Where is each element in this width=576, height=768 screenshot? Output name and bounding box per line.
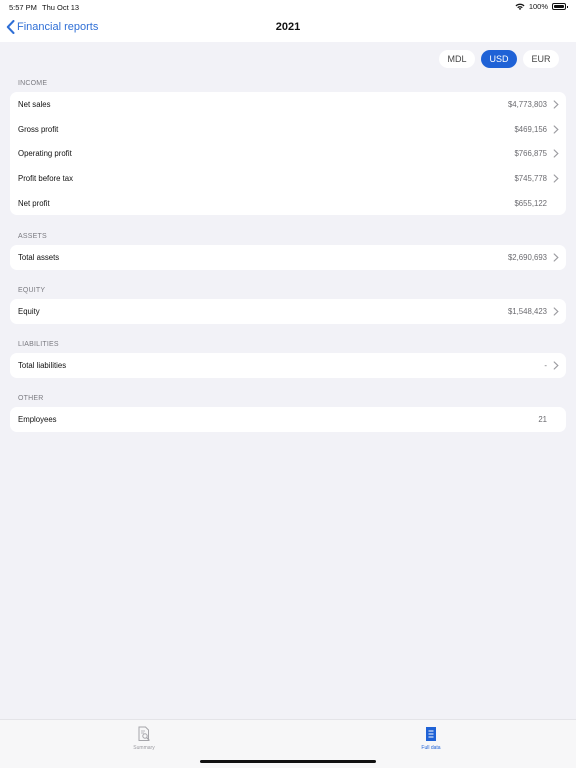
section-header-liabilities: LIABILITIES	[18, 341, 59, 348]
assets-card: Total assets $2,690,693	[10, 245, 566, 270]
currency-usd-button[interactable]: USD	[481, 50, 517, 68]
row-value: $745,778	[514, 173, 547, 183]
screen: 5:57 PM Thu Oct 13 100% Financial report…	[0, 0, 576, 768]
battery-percent: 100%	[528, 2, 548, 11]
chevron-right-icon	[553, 149, 559, 158]
row-label: Profit before tax	[18, 173, 74, 183]
section-header-income: INCOME	[18, 80, 48, 87]
wifi-icon	[515, 3, 525, 10]
row-value: $766,875	[514, 149, 547, 159]
row-profit-before-tax[interactable]: Profit before tax $745,778	[10, 166, 566, 191]
status-bar: 5:57 PM Thu Oct 13 100%	[0, 0, 576, 14]
tab-bar: Summary Full data	[0, 719, 576, 768]
currency-selector: MDL USD EUR	[439, 50, 559, 68]
currency-mdl-button[interactable]: MDL	[439, 50, 475, 68]
row-operating-profit[interactable]: Operating profit $766,875	[10, 141, 566, 166]
row-total-liabilities[interactable]: Total liabilities -	[10, 353, 566, 378]
nav-bar: Financial reports 2021	[0, 14, 576, 42]
section-header-equity: EQUITY	[18, 287, 46, 294]
chevron-right-icon	[553, 174, 559, 183]
chevron-right-icon	[553, 253, 559, 262]
battery-icon	[552, 3, 568, 10]
row-label: Employees	[18, 414, 57, 424]
home-indicator	[200, 760, 376, 763]
row-value: $655,122	[514, 198, 547, 208]
row-value: 21	[538, 414, 547, 424]
tab-full-data-label: Full data	[421, 745, 441, 751]
chevron-right-icon	[553, 124, 559, 134]
other-card: Employees 21	[10, 407, 566, 432]
row-label: Total assets	[18, 252, 60, 262]
row-value: $4,773,803	[507, 99, 547, 109]
section-header-other: OTHER	[18, 395, 44, 402]
page-title: 2021	[275, 21, 301, 33]
row-label: Operating profit	[18, 149, 72, 159]
row-label: Net sales	[18, 99, 51, 109]
liabilities-card: Total liabilities -	[10, 353, 566, 378]
row-employees: Employees 21	[10, 407, 566, 432]
document-full-icon	[426, 727, 436, 741]
row-gross-profit[interactable]: Gross profit $469,156	[10, 117, 566, 142]
row-value: -	[544, 360, 547, 370]
row-label: Total liabilities	[18, 360, 67, 370]
row-label: Gross profit	[18, 124, 59, 134]
status-time: 5:57 PM	[9, 3, 37, 12]
income-card: Net sales $4,773,803 Gross profit $469,1…	[10, 92, 566, 216]
row-net-sales[interactable]: Net sales $4,773,803	[10, 92, 566, 117]
chevron-right-icon	[553, 100, 559, 109]
tab-summary-label: Summary	[133, 745, 155, 751]
row-value: $469,156	[514, 124, 547, 134]
row-net-profit: Net profit $655,122	[10, 191, 566, 216]
status-date: Thu Oct 13	[42, 3, 80, 12]
chevron-right-icon	[553, 307, 559, 316]
row-equity[interactable]: Equity $1,548,423	[10, 299, 566, 324]
row-label: Equity	[18, 306, 40, 316]
section-header-assets: ASSETS	[18, 233, 47, 240]
document-search-icon	[138, 726, 150, 741]
row-label: Net profit	[18, 198, 50, 208]
tab-full-data[interactable]: Full data	[401, 726, 461, 751]
currency-eur-button[interactable]: EUR	[523, 50, 559, 68]
status-right: 100%	[515, 2, 568, 11]
equity-card: Equity $1,548,423	[10, 299, 566, 324]
tab-summary[interactable]: Summary	[114, 726, 174, 751]
row-value: $2,690,693	[507, 252, 547, 262]
row-total-assets[interactable]: Total assets $2,690,693	[10, 245, 566, 270]
row-value: $1,548,423	[507, 306, 547, 316]
chevron-right-icon	[553, 361, 559, 370]
